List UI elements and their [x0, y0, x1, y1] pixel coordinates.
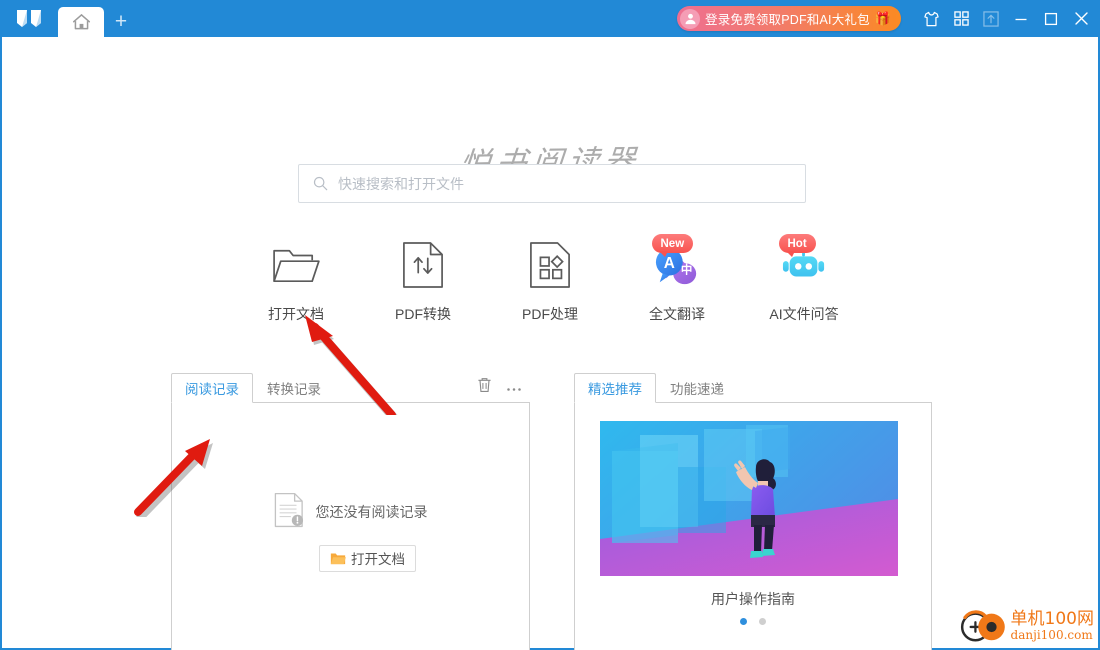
reading-history-empty-state: 您还没有阅读记录 打开文档 — [274, 492, 428, 572]
feature-label: PDF处理 — [522, 306, 578, 322]
left-panel-body: 您还没有阅读记录 打开文档 — [171, 402, 530, 650]
book-logo-icon — [17, 10, 41, 27]
upload-icon[interactable] — [976, 3, 1006, 35]
pdf-convert-icon — [402, 240, 444, 290]
skin-icon[interactable] — [916, 3, 946, 35]
badge-hot: Hot — [778, 234, 816, 257]
promo-banner[interactable] — [600, 421, 898, 576]
empty-state-text: 您还没有阅读记录 — [315, 504, 428, 520]
feature-label: 打开文档 — [268, 306, 324, 322]
right-panel-body: 用户操作指南 — [574, 402, 932, 650]
folder-open-icon — [272, 240, 320, 290]
search-input[interactable]: 快速搜索和打开文件 — [298, 164, 806, 203]
empty-document-icon — [274, 492, 304, 533]
home-icon — [72, 14, 90, 30]
watermark-en: danji100.com — [1010, 627, 1093, 642]
maximize-icon[interactable] — [1036, 3, 1066, 35]
tab-feature-express[interactable]: 功能速递 — [656, 373, 738, 403]
feature-shortcuts: 打开文档 PDF转换 PDF处理 A 中 New 全文翻译 Hot AI文件问答 — [2, 234, 1098, 324]
pdf-process-icon — [529, 240, 571, 290]
feature-open-document[interactable]: 打开文档 — [233, 240, 360, 324]
new-tab-button[interactable]: + — [104, 7, 138, 37]
feature-ai-document-qa[interactable]: Hot AI文件问答 — [741, 234, 868, 324]
feature-label: 全文翻译 — [649, 306, 705, 322]
recommendations-panel: 精选推荐 功能速递 用户操作指南 — [574, 373, 932, 650]
svg-text:A: A — [664, 255, 675, 272]
tab-reading-history[interactable]: 阅读记录 — [171, 373, 253, 403]
right-panel-tabs: 精选推荐 功能速递 — [574, 373, 932, 403]
close-icon[interactable] — [1066, 3, 1096, 35]
feature-full-text-translate[interactable]: A 中 New 全文翻译 — [614, 234, 741, 324]
delete-icon[interactable] — [477, 377, 492, 398]
folder-icon — [330, 552, 346, 564]
tab-conversion-history[interactable]: 转换记录 — [253, 373, 335, 403]
carousel-dot-2[interactable] — [759, 618, 766, 625]
main-content: 悦书阅读器 快速搜索和打开文件 打开文档 PDF转换 PDF处理 A 中 New… — [2, 37, 1098, 650]
watermark-cn: 单机100网 — [1010, 608, 1094, 629]
gift-icon: 🎁 — [874, 11, 891, 26]
user-avatar-icon — [680, 8, 700, 29]
empty-row: 您还没有阅读记录 — [274, 492, 428, 533]
login-banner-text: 登录免费领取PDF和AI大礼包 — [705, 13, 870, 27]
badge-new: New — [651, 234, 694, 257]
feature-label: PDF转换 — [395, 306, 451, 322]
feature-pdf-process[interactable]: PDF处理 — [487, 240, 614, 324]
reading-history-panel: 阅读记录 转换记录 您还没有阅读记录 打开文档 — [171, 373, 530, 650]
tab-featured-recommend[interactable]: 精选推荐 — [574, 373, 656, 403]
carousel-dot-1[interactable] — [740, 618, 747, 625]
banner-carousel-dots — [575, 618, 931, 625]
open-document-button-label: 打开文档 — [351, 552, 405, 567]
window-controls — [916, 0, 1096, 37]
more-options-icon[interactable] — [506, 379, 522, 397]
search-placeholder: 快速搜索和打开文件 — [338, 175, 464, 192]
left-panel-tabs: 阅读记录 转换记录 — [171, 373, 530, 403]
minimize-icon[interactable] — [1006, 3, 1036, 35]
danji100-logo-icon — [960, 610, 1005, 642]
banner-caption: 用户操作指南 — [711, 591, 795, 607]
app-logo — [0, 0, 58, 37]
open-document-button[interactable]: 打开文档 — [319, 544, 416, 572]
left-panel-tools — [477, 377, 522, 398]
watermark: 单机100网 danji100.com — [959, 608, 1094, 644]
svg-text:中: 中 — [681, 263, 693, 277]
feature-label: AI文件问答 — [769, 306, 839, 322]
search-icon — [313, 176, 328, 191]
login-banner-button[interactable]: 登录免费领取PDF和AI大礼包 🎁 — [677, 6, 901, 31]
apps-grid-icon[interactable] — [946, 3, 976, 35]
watermark-text: 单机100网 danji100.com — [1010, 608, 1094, 642]
app-window: + 登录免费领取PDF和AI大礼包 🎁 悦书阅读器 快速搜索和打开文件 打开文档… — [0, 0, 1100, 650]
title-bar: + 登录免费领取PDF和AI大礼包 🎁 — [0, 0, 1100, 37]
feature-pdf-convert[interactable]: PDF转换 — [360, 240, 487, 324]
woman-at-screen-isometric-illustration — [600, 421, 898, 576]
tab-home[interactable] — [58, 7, 104, 37]
